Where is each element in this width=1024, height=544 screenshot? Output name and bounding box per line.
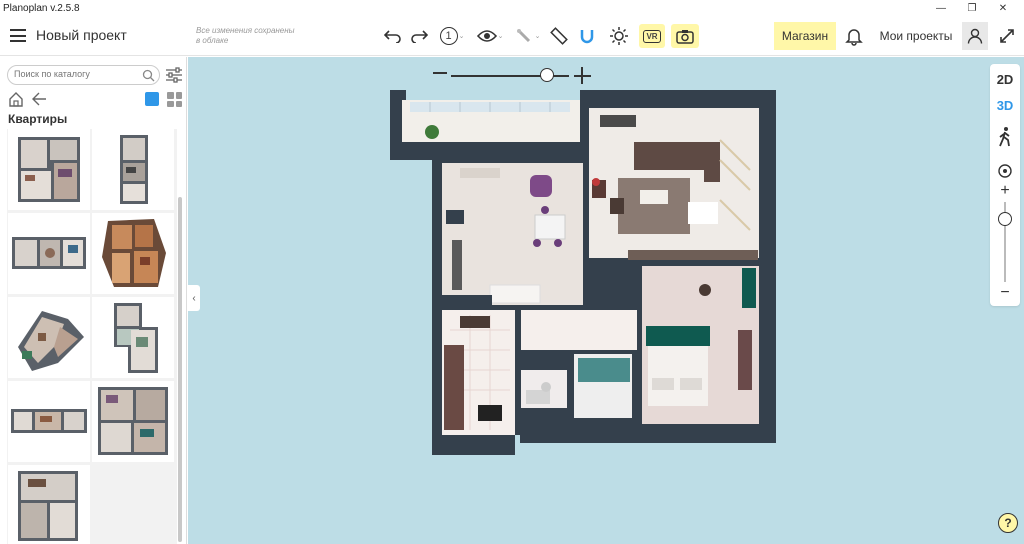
- redo-button[interactable]: [408, 24, 430, 48]
- catalog-item[interactable]: [92, 381, 174, 462]
- center-view-icon[interactable]: [998, 164, 1012, 178]
- paint-tool[interactable]: ⌄: [512, 24, 544, 48]
- zoom-slider-handle[interactable]: [540, 68, 554, 82]
- catalog-search[interactable]: [7, 65, 160, 85]
- close-button[interactable]: ✕: [987, 0, 1019, 16]
- title-bar: Planoplan v.2.5.8 — ❐ ✕: [0, 0, 1024, 16]
- menu-icon[interactable]: [10, 29, 26, 42]
- expand-icon: [1000, 29, 1014, 43]
- snap-tool[interactable]: [576, 24, 598, 48]
- magnet-icon: [580, 30, 594, 44]
- catalog-item[interactable]: [92, 213, 174, 294]
- back-arrow-icon[interactable]: [31, 91, 47, 107]
- lighting-tool[interactable]: [607, 24, 631, 48]
- catalog-item[interactable]: [92, 297, 174, 378]
- view-3d-button[interactable]: 3D: [990, 98, 1020, 113]
- catalog-item[interactable]: [8, 213, 90, 294]
- filter-icon[interactable]: [165, 66, 183, 84]
- restore-button[interactable]: ❐: [956, 0, 988, 16]
- level-selector[interactable]: 1 ⌄: [437, 24, 467, 48]
- vr-button[interactable]: VR: [639, 24, 665, 48]
- sidebar-scrollbar[interactable]: [178, 197, 182, 542]
- search-input[interactable]: [14, 69, 136, 79]
- camera-icon: [676, 29, 694, 44]
- notifications-button[interactable]: [844, 26, 864, 46]
- view-control-panel: 2D 3D + −: [990, 64, 1020, 306]
- chevron-down-icon: ⌄: [497, 33, 504, 40]
- main-toolbar: Новый проект Все изменения сохранены в о…: [0, 16, 1024, 56]
- zoom-in-button-vertical[interactable]: [581, 67, 583, 84]
- shop-button[interactable]: Магазин: [774, 22, 836, 50]
- collapse-sidebar-button[interactable]: ‹: [188, 285, 200, 311]
- save-status: Все изменения сохранены в облаке: [196, 26, 295, 45]
- zoom-out-button[interactable]: [433, 72, 447, 74]
- my-projects-button[interactable]: Мои проекты: [872, 22, 960, 50]
- walk-mode-icon[interactable]: [997, 126, 1013, 148]
- undo-button[interactable]: [382, 24, 404, 48]
- catalog-item[interactable]: [8, 129, 90, 210]
- view-2d-button[interactable]: 2D: [990, 72, 1020, 87]
- ruler-tool[interactable]: [548, 24, 570, 48]
- catalog-grid: [7, 129, 177, 544]
- catalog-item[interactable]: [8, 381, 90, 462]
- minimize-button[interactable]: —: [925, 0, 957, 16]
- undo-icon: [384, 30, 401, 43]
- eye-icon: [476, 30, 497, 42]
- visibility-toggle[interactable]: ⌄: [474, 24, 506, 48]
- bell-icon: [845, 29, 863, 46]
- floor-plan-3d[interactable]: [390, 90, 776, 455]
- chevron-down-icon: ⌄: [534, 33, 541, 40]
- large-view-toggle[interactable]: [145, 92, 159, 106]
- vertical-zoom-handle[interactable]: [998, 212, 1012, 226]
- sun-icon: [610, 27, 628, 45]
- catalog-sidebar: Квартиры: [0, 57, 187, 544]
- redo-icon: [411, 30, 428, 43]
- help-button[interactable]: ?: [998, 513, 1018, 533]
- plan-canvas[interactable]: ‹ 2D 3D + − ?: [188, 57, 1024, 544]
- search-icon[interactable]: [142, 69, 155, 82]
- catalog-item[interactable]: [92, 129, 174, 210]
- catalog-item[interactable]: [8, 465, 90, 544]
- vr-icon: VR: [643, 29, 661, 43]
- catalog-item[interactable]: [8, 297, 90, 378]
- category-title: Квартиры: [8, 112, 68, 126]
- grid-view-toggle[interactable]: [167, 92, 182, 107]
- brush-icon: [516, 29, 530, 43]
- user-icon: [967, 28, 983, 44]
- zoom-out-button-side[interactable]: −: [996, 284, 1014, 302]
- account-button[interactable]: [962, 22, 988, 50]
- screenshot-button[interactable]: [671, 24, 699, 48]
- level-badge: 1: [439, 27, 458, 45]
- project-name[interactable]: Новый проект: [36, 27, 127, 43]
- zoom-in-button-side[interactable]: +: [996, 182, 1014, 200]
- fullscreen-button[interactable]: [996, 24, 1018, 48]
- ruler-icon: [550, 27, 568, 45]
- app-title: Planoplan v.2.5.8: [3, 2, 80, 14]
- home-icon[interactable]: [8, 91, 24, 107]
- chevron-down-icon: ⌄: [458, 33, 465, 40]
